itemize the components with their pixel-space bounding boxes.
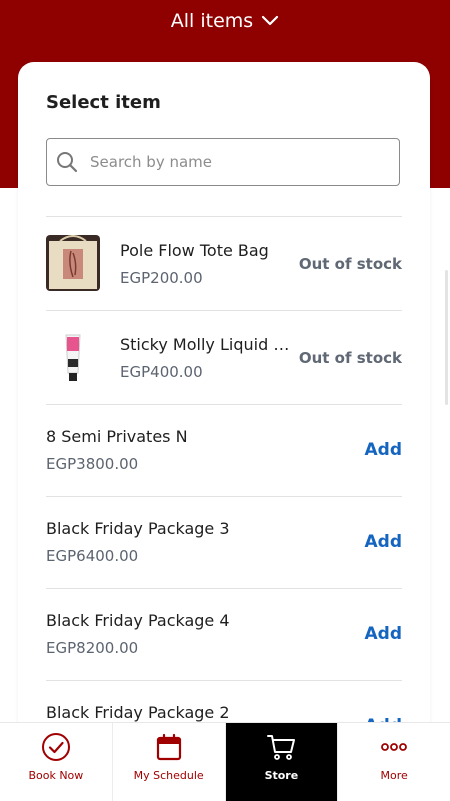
chevron-down-icon — [262, 15, 279, 26]
nav-label: My Schedule — [133, 769, 204, 782]
item-price: EGP8200.00 — [46, 639, 139, 657]
search-input[interactable] — [88, 152, 382, 172]
list-item[interactable]: Pole Flow Tote Bag EGP200.00 Out of stoc… — [46, 216, 402, 310]
grip-tube-image — [46, 329, 100, 385]
list-item[interactable]: Sticky Molly Liquid Grip EGP400.00 Out o… — [46, 310, 402, 404]
add-button[interactable]: Add — [365, 624, 403, 644]
item-price: EGP3800.00 — [46, 455, 139, 473]
list-item[interactable]: 8 Semi Privates N EGP3800.00 Add — [46, 404, 402, 496]
bottom-nav: Book Now My Schedule Store More — [0, 722, 450, 801]
item-name: Black Friday Package 4 — [46, 611, 230, 630]
item-name: Black Friday Package 3 — [46, 519, 230, 538]
nav-store[interactable]: Store — [225, 723, 339, 801]
cart-icon — [267, 735, 296, 760]
stock-status: Out of stock — [298, 349, 402, 367]
more-dots-icon — [381, 743, 408, 751]
category-title: All items — [170, 10, 254, 32]
item-price: EGP200.00 — [120, 269, 203, 287]
list-item[interactable]: Black Friday Package 4 EGP8200.00 Add — [46, 588, 402, 680]
list-item[interactable]: Black Friday Package 3 EGP6400.00 Add — [46, 496, 402, 588]
category-dropdown[interactable]: All items — [0, 10, 450, 32]
calendar-icon — [156, 733, 181, 761]
stock-status: Out of stock — [298, 255, 402, 273]
item-name: Black Friday Package 2 — [46, 703, 230, 722]
add-button[interactable]: Add — [365, 440, 403, 460]
nav-label: More — [380, 769, 408, 782]
add-button[interactable]: Add — [365, 532, 403, 552]
search-box[interactable] — [46, 138, 400, 186]
item-name: Pole Flow Tote Bag — [120, 241, 269, 260]
nav-label: Store — [264, 769, 299, 782]
select-item-card: Select item Pole Flow Tote Bag EGP200.00… — [18, 62, 430, 762]
search-icon — [57, 152, 78, 173]
scrollbar[interactable] — [445, 270, 448, 405]
nav-label: Book Now — [28, 769, 84, 782]
card-title: Select item — [46, 92, 161, 113]
nav-book-now[interactable]: Book Now — [0, 723, 113, 801]
tote-bag-image — [46, 235, 100, 291]
nav-my-schedule[interactable]: My Schedule — [113, 723, 226, 801]
item-price: EGP6400.00 — [46, 547, 139, 565]
item-name: Sticky Molly Liquid Grip — [120, 335, 296, 354]
item-name: 8 Semi Privates N — [46, 427, 188, 446]
item-list: Pole Flow Tote Bag EGP200.00 Out of stoc… — [46, 216, 402, 762]
nav-more[interactable]: More — [338, 723, 450, 801]
item-price: EGP400.00 — [120, 363, 203, 381]
check-circle-icon — [41, 733, 70, 761]
